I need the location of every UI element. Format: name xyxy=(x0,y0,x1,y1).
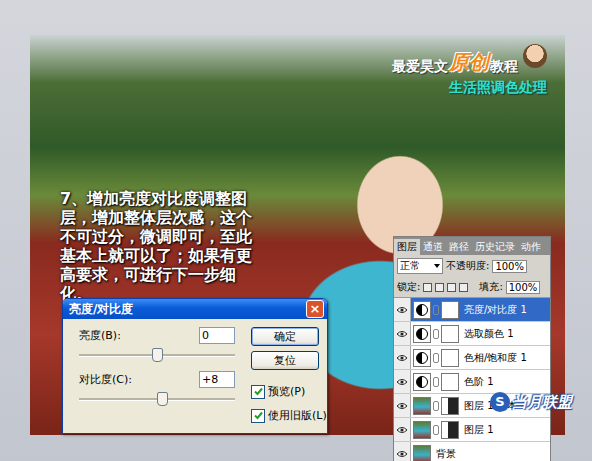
link-icon xyxy=(433,353,439,363)
avatar-icon xyxy=(523,44,547,68)
lock-label: 锁定: xyxy=(397,280,420,294)
adjustment-icon xyxy=(413,301,431,319)
visibility-toggle[interactable] xyxy=(394,442,411,461)
eye-icon xyxy=(396,402,408,410)
mask-thumbnail xyxy=(441,373,459,391)
check-icon xyxy=(253,410,264,421)
logo-subtitle: 生活照调色处理 xyxy=(392,79,547,97)
layer-thumbnail xyxy=(413,397,431,415)
value-input[interactable]: 0 xyxy=(199,327,235,344)
logo-text: 原创 xyxy=(449,49,489,76)
caption: 7、增加亮度对比度调整图层，增加整体层次感，这个不可过分，微调即可，至此基本上就… xyxy=(60,189,256,303)
mask-thumbnail xyxy=(441,325,459,343)
checkbox-label: 使用旧版(L) xyxy=(268,408,327,423)
watermark: S当月联盟 xyxy=(490,392,572,412)
eye-icon xyxy=(396,306,408,314)
watermark-text: 当月联盟 xyxy=(512,393,572,412)
link-icon xyxy=(433,401,439,411)
tab-bar: 图层通道路径历史记录动作 xyxy=(394,237,550,255)
mask-thumbnail xyxy=(441,397,459,415)
layer-name: 亮度/对比度 1 xyxy=(464,303,527,317)
blend-mode-select[interactable]: 正常 xyxy=(397,258,443,274)
fill-label: 填充: xyxy=(479,280,502,294)
mask-thumbnail xyxy=(441,349,459,367)
slider-track[interactable] xyxy=(79,398,235,401)
tutorial-screen: 7、增加亮度对比度调整图层，增加整体层次感，这个不可过分，微调即可，至此基本上就… xyxy=(0,0,592,461)
slider-track[interactable] xyxy=(79,354,235,357)
layer-thumbnail xyxy=(413,445,431,461)
logo: 最爱昊文原创教程生活照调色处理 xyxy=(392,44,547,97)
lock-position-icon[interactable] xyxy=(447,283,456,292)
close-button[interactable]: × xyxy=(306,300,324,318)
adjustment-icon xyxy=(413,373,431,391)
logo-text: 最爱昊文 xyxy=(392,58,448,76)
lock-pixels-icon[interactable] xyxy=(435,283,444,292)
dialog-button[interactable]: 确定 xyxy=(251,327,319,346)
eye-icon xyxy=(396,330,408,338)
dialog-title: 亮度/对比度 xyxy=(69,301,133,318)
fill-input[interactable]: 100% xyxy=(506,281,541,294)
layer-list: 亮度/对比度 1选取颜色 1色相/饱和度 1色阶 1图层 1 副本图层 1背景 xyxy=(394,297,550,461)
slider-field: 对比度(C): +8 xyxy=(79,371,235,407)
layers-panel: 图层通道路径历史记录动作正常不透明度:100%锁定:填充:100%亮度/对比度 … xyxy=(393,236,551,461)
visibility-toggle[interactable] xyxy=(394,346,411,369)
slider-thumb[interactable] xyxy=(157,392,168,406)
layer-row[interactable]: 色阶 1 xyxy=(394,370,550,394)
panel-tab[interactable]: 路径 xyxy=(446,239,472,255)
visibility-toggle[interactable] xyxy=(394,370,411,393)
opacity-input[interactable]: 100% xyxy=(492,260,527,273)
panel-tab[interactable]: 图层 xyxy=(394,239,420,255)
lock-all-icon[interactable] xyxy=(459,283,468,292)
eye-icon xyxy=(396,354,408,362)
eye-icon xyxy=(396,426,408,434)
layer-row[interactable]: 图层 1 xyxy=(394,418,550,442)
check-icon xyxy=(253,386,264,397)
value-input[interactable]: +8 xyxy=(199,371,235,388)
adjustment-icon xyxy=(413,349,431,367)
link-icon xyxy=(433,329,439,339)
slider-thumb[interactable] xyxy=(152,348,163,362)
link-icon xyxy=(433,377,439,387)
layer-thumbnail xyxy=(413,421,431,439)
checkbox-label: 预览(P) xyxy=(268,384,305,399)
visibility-toggle[interactable] xyxy=(394,418,411,441)
mask-thumbnail xyxy=(441,301,459,319)
title-bar[interactable]: 亮度/对比度 × xyxy=(63,299,327,319)
slider-field: 亮度(B): 0 xyxy=(79,327,235,363)
dialog-button[interactable]: 复位 xyxy=(251,351,319,370)
layer-name: 背景 xyxy=(436,447,456,461)
opacity-label: 不透明度: xyxy=(446,259,489,273)
layer-row[interactable]: 色相/饱和度 1 xyxy=(394,346,550,370)
panel-tab[interactable]: 历史记录 xyxy=(472,239,518,255)
eye-icon xyxy=(396,378,408,386)
layer-row[interactable]: 选取颜色 1 xyxy=(394,322,550,346)
layer-name: 色阶 1 xyxy=(464,375,494,389)
eye-icon xyxy=(396,450,408,458)
brightness-contrast-dialog: 亮度/对比度 × 亮度(B): 0 对比度(C): +8 确定复位预览(P) 使用旧版(L) xyxy=(62,298,328,434)
layer-row[interactable]: 背景 xyxy=(394,442,550,461)
link-icon xyxy=(433,305,439,315)
link-icon xyxy=(433,425,439,435)
lock-transparency-icon[interactable] xyxy=(423,283,432,292)
mask-thumbnail xyxy=(441,421,459,439)
checkbox-row[interactable]: 预览(P) xyxy=(251,384,319,399)
checkbox[interactable] xyxy=(251,385,265,399)
checkbox-row[interactable]: 使用旧版(L) xyxy=(251,408,319,423)
visibility-toggle[interactable] xyxy=(394,394,411,417)
layer-name: 图层 1 xyxy=(464,423,494,437)
panel-tab[interactable]: 动作 xyxy=(518,239,544,255)
watermark-badge: S xyxy=(490,392,510,412)
visibility-toggle[interactable] xyxy=(394,298,411,321)
field-label: 对比度(C): xyxy=(79,372,132,387)
adjustment-icon xyxy=(413,325,431,343)
panel-tab[interactable]: 通道 xyxy=(420,239,446,255)
checkbox[interactable] xyxy=(251,409,265,423)
visibility-toggle[interactable] xyxy=(394,322,411,345)
logo-text: 教程 xyxy=(490,58,518,76)
layer-name: 色相/饱和度 1 xyxy=(464,351,527,365)
layer-name: 选取颜色 1 xyxy=(464,327,514,341)
field-label: 亮度(B): xyxy=(79,328,121,343)
layer-row[interactable]: 亮度/对比度 1 xyxy=(394,298,550,322)
